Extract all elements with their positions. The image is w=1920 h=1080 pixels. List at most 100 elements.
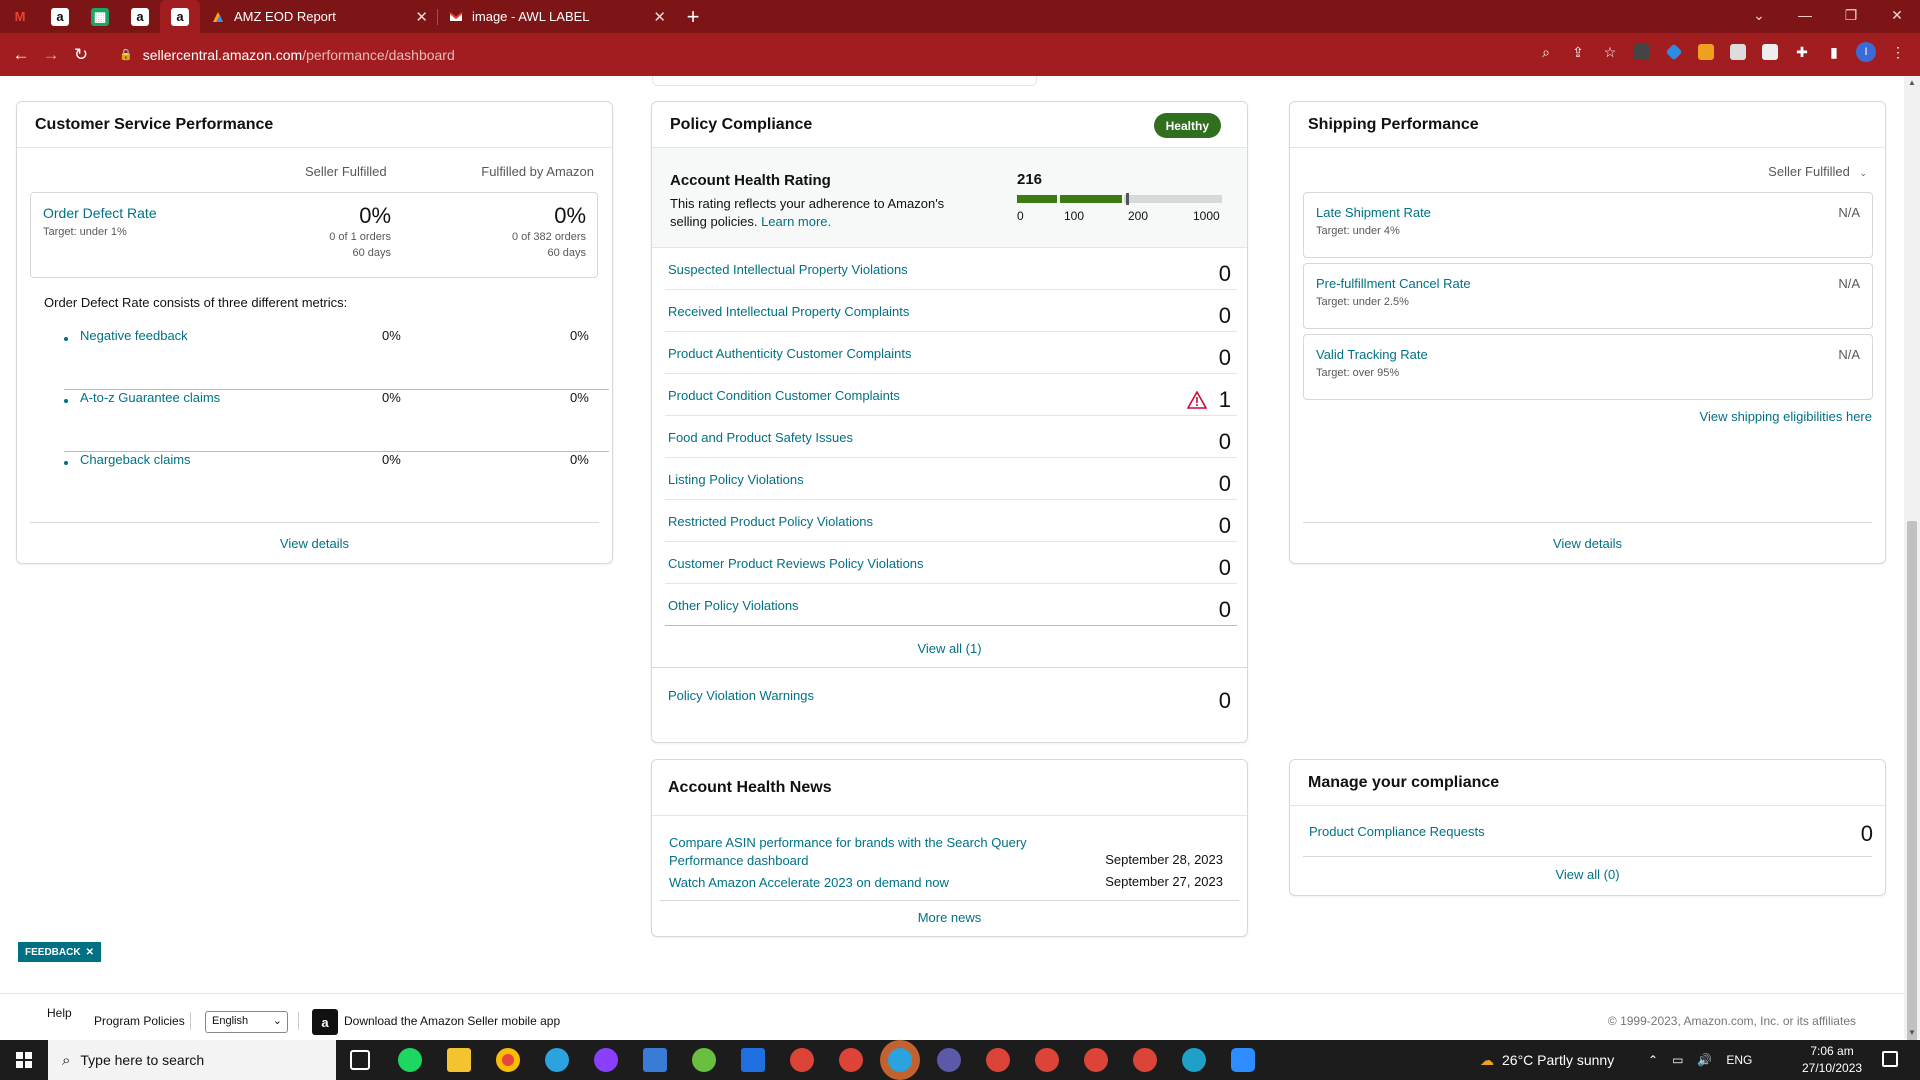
new-tab-button[interactable]: + [676,0,710,33]
chargeback-claims-link[interactable]: Chargeback claims [80,452,191,467]
card-title: Shipping Performance [1290,102,1885,148]
clock[interactable]: 7:06 am 27/10/2023 [1802,1043,1862,1077]
chrome-profile-icon[interactable] [1084,1048,1108,1072]
restricted-product-violations-link[interactable]: Restricted Product Policy Violations [668,514,873,529]
menu-kebab-icon[interactable]: ⋮ [1886,40,1910,64]
close-icon[interactable]: ✕ [653,8,666,26]
bookmark-star-icon[interactable]: ☆ [1598,40,1622,64]
language-indicator[interactable]: ENG [1726,1053,1752,1067]
odr-fba-percent: 0% [554,203,586,228]
chrome-profile-icon[interactable] [1133,1048,1157,1072]
address-bar[interactable]: 🔒 sellercentral.amazon.com/performance/d… [105,39,1575,70]
reload-icon[interactable]: ↻ [66,40,96,70]
taskbar-search[interactable]: ⌕ Type here to search [48,1040,336,1080]
scroll-down-icon[interactable]: ▼ [1908,1028,1916,1037]
start-button[interactable] [0,1040,48,1080]
language-select[interactable]: English ⌄ [205,1011,288,1033]
telegram-icon[interactable] [545,1048,569,1072]
shipping-eligibilities-link[interactable]: View shipping eligibilities here [1700,409,1872,424]
forward-icon[interactable]: → [36,40,66,70]
edge-icon[interactable] [1182,1048,1206,1072]
pinned-tab-gmail[interactable]: M [0,0,40,33]
weather-widget[interactable]: ☁ 26°C Partly sunny [1480,1040,1614,1080]
system-tray[interactable]: ⌃ ▭ 🔊 ENG [1648,1040,1752,1080]
tab-amz-eod-report[interactable]: AMZ EOD Report ✕ [200,0,438,33]
zoom-icon[interactable]: ⌕ [1534,40,1558,64]
more-news-link[interactable]: More news [652,910,1247,925]
tab-search-icon[interactable]: ⌄ [1736,0,1782,30]
extensions-puzzle-icon[interactable]: ✚ [1790,40,1814,64]
calendar-icon[interactable] [741,1048,765,1072]
chrome-profile-icon[interactable] [937,1048,961,1072]
scrollbar-thumb[interactable] [1907,521,1917,1080]
other-policy-violations-link[interactable]: Other Policy Violations [668,598,799,613]
task-view-icon[interactable] [350,1050,370,1070]
extension-js-icon[interactable] [1694,40,1718,64]
notifications-icon[interactable] [1882,1051,1898,1067]
late-shipment-rate-link[interactable]: Late Shipment Rate [1316,205,1431,220]
spotify-icon[interactable] [398,1048,422,1072]
zoom-app-icon[interactable] [1231,1048,1255,1072]
news-item-link[interactable]: Compare ASIN performance for brands with… [669,834,1049,870]
close-icon[interactable]: ✕ [86,947,94,958]
extension-doc-icon[interactable] [1758,40,1782,64]
help-link[interactable]: Help [47,1006,72,1020]
page-scrollbar[interactable]: ▲ ▼ [1904,76,1920,1080]
scroll-up-icon[interactable]: ▲ [1908,78,1916,87]
chrome-profile-icon[interactable] [1035,1048,1059,1072]
file-explorer-icon[interactable] [447,1048,471,1072]
telegram-active-icon[interactable] [888,1048,912,1072]
download-app-link[interactable]: Download the Amazon Seller mobile app [344,1014,560,1028]
volume-icon[interactable]: 🔊 [1697,1053,1712,1067]
fulfillment-filter-dropdown[interactable]: Seller Fulfilled ⌄ [1768,164,1867,179]
amazon-seller-app-icon[interactable]: a [312,1009,338,1035]
food-product-safety-link[interactable]: Food and Product Safety Issues [668,430,853,445]
network-icon[interactable]: ▭ [1672,1053,1683,1067]
tray-chevron-icon[interactable]: ⌃ [1648,1053,1658,1067]
product-condition-complaints-link[interactable]: Product Condition Customer Complaints [668,388,900,403]
pre-fulfillment-cancel-rate-link[interactable]: Pre-fulfillment Cancel Rate [1316,276,1471,291]
pinned-tab-amazon-2[interactable]: a [120,0,160,33]
utorrent-icon[interactable] [692,1048,716,1072]
view-details-link[interactable]: View details [1290,536,1885,551]
extension-blue-icon[interactable] [1662,40,1686,64]
chrome-profile-icon[interactable] [790,1048,814,1072]
policy-violation-warnings-link[interactable]: Policy Violation Warnings [668,688,814,703]
program-policies-link[interactable]: Program Policies [94,1014,185,1028]
listing-policy-violations-link[interactable]: Listing Policy Violations [668,472,804,487]
feedback-button[interactable]: FEEDBACK ✕ [18,942,101,962]
product-authenticity-complaints-link[interactable]: Product Authenticity Customer Complaints [668,346,912,361]
extension-off-icon[interactable] [1630,40,1654,64]
order-defect-rate-link[interactable]: Order Defect Rate [43,205,157,221]
pinned-tab-amazon-active[interactable]: a [160,0,200,33]
received-ip-complaints-link[interactable]: Received Intellectual Property Complaint… [668,304,909,319]
profile-avatar[interactable]: I [1854,40,1878,64]
view-all-compliance-link[interactable]: View all (0) [1290,867,1885,882]
pinned-tab-amazon-1[interactable]: a [40,0,80,33]
suspected-ip-violations-link[interactable]: Suspected Intellectual Property Violatio… [668,262,908,277]
messenger-icon[interactable] [594,1048,618,1072]
tab-image-awl-label[interactable]: image - AWL LABEL ✕ [438,0,676,33]
learn-more-link[interactable]: Learn more. [761,214,831,229]
side-panel-icon[interactable]: ▮ [1822,40,1846,64]
back-icon[interactable]: ← [6,40,36,70]
chrome-icon[interactable] [496,1048,520,1072]
view-all-violations-link[interactable]: View all (1) [652,641,1247,656]
product-compliance-requests-link[interactable]: Product Compliance Requests [1309,824,1485,839]
share-icon[interactable]: ⇪ [1566,40,1590,64]
news-item-link[interactable]: Watch Amazon Accelerate 2023 on demand n… [669,874,949,892]
minimize-icon[interactable]: — [1782,0,1828,30]
pinned-tab-sheets[interactable]: ▦ [80,0,120,33]
customer-reviews-violations-link[interactable]: Customer Product Reviews Policy Violatio… [668,556,924,571]
extension-image-icon[interactable] [1726,40,1750,64]
close-window-icon[interactable]: ✕ [1874,0,1920,30]
negative-feedback-link[interactable]: Negative feedback [80,328,188,343]
chrome-profile-icon[interactable] [986,1048,1010,1072]
calculator-icon[interactable] [643,1048,667,1072]
restore-icon[interactable]: ❐ [1828,0,1874,30]
close-icon[interactable]: ✕ [415,8,428,26]
view-details-link[interactable]: View details [17,536,612,551]
chrome-profile-icon[interactable] [839,1048,863,1072]
valid-tracking-rate-link[interactable]: Valid Tracking Rate [1316,347,1428,362]
atoz-guarantee-claims-link[interactable]: A-to-z Guarantee claims [80,390,220,405]
